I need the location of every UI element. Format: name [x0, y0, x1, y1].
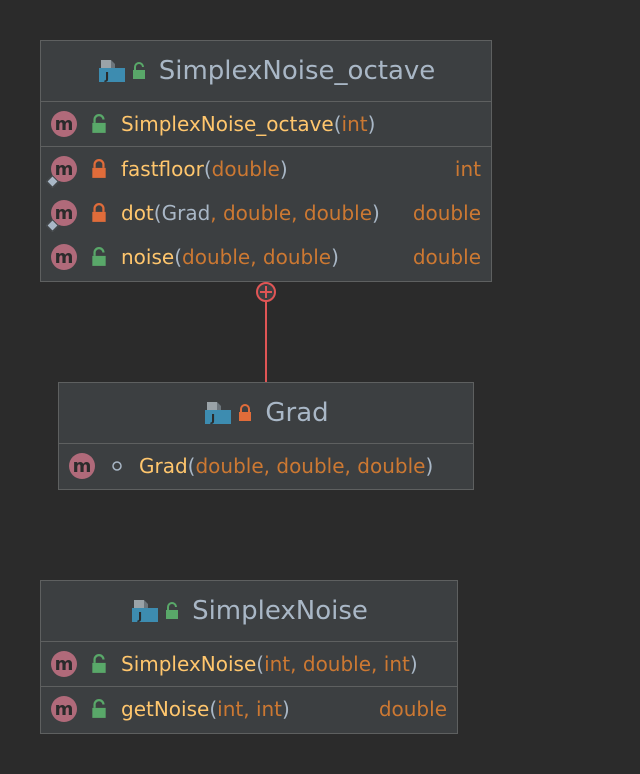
- param-type: int: [383, 652, 410, 676]
- svg-text:J: J: [137, 610, 142, 623]
- param-type: int: [217, 697, 244, 721]
- param-type: double: [276, 454, 345, 478]
- method-name: SimplexNoise: [121, 652, 257, 676]
- lock-icon: [237, 404, 253, 422]
- class-box-simplexnoise[interactable]: J SimplexNoise m SimplexNoise(int, doubl…: [40, 580, 458, 734]
- constructor-row[interactable]: m Grad(double, double, double): [59, 444, 473, 488]
- java-class-file-icon: J: [130, 598, 160, 624]
- method-name: Grad: [139, 454, 188, 478]
- method-row[interactable]: m getNoise(int, int) double: [41, 687, 457, 731]
- class-box-grad[interactable]: J Grad m Grad(double, double, double): [58, 382, 474, 490]
- open-lock-icon: [89, 699, 109, 719]
- constructor-row[interactable]: m SimplexNoise(int, double, int): [41, 642, 457, 686]
- method-badge-icon: m: [51, 696, 77, 722]
- param-type: int: [264, 652, 291, 676]
- open-lock-icon: [164, 602, 180, 620]
- java-class-file-icon: J: [203, 400, 233, 426]
- param-type: double: [302, 652, 372, 676]
- class-name: Grad: [265, 398, 329, 428]
- param-type: double: [357, 454, 426, 478]
- param-type: double: [195, 454, 264, 478]
- method-badge-icon: m: [69, 453, 95, 479]
- circle-plus-icon: [256, 282, 276, 302]
- open-lock-icon: [89, 654, 109, 674]
- class-name: SimplexNoise: [192, 596, 368, 626]
- class-header: J Grad: [59, 383, 473, 444]
- class-header: J SimplexNoise: [41, 581, 457, 642]
- svg-text:J: J: [210, 412, 215, 425]
- param-type: int: [255, 697, 283, 721]
- dot-icon: [107, 456, 127, 476]
- method-badge-icon: m: [51, 651, 77, 677]
- method-name: getNoise: [121, 697, 210, 721]
- return-type: double: [378, 697, 447, 721]
